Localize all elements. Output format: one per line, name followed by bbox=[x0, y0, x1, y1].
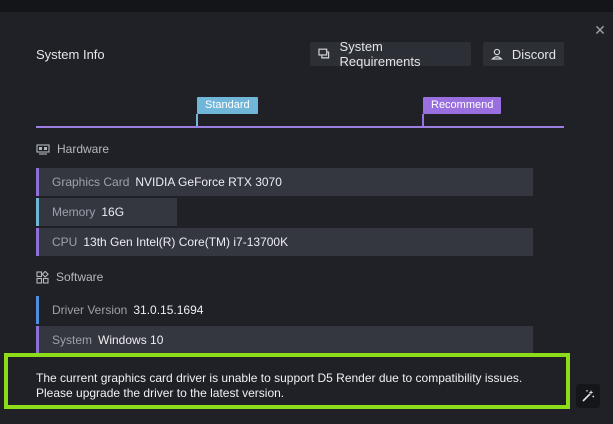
row-value: 31.0.15.1694 bbox=[133, 303, 204, 317]
apps-grid-icon bbox=[36, 270, 49, 284]
software-row-system: System Windows 10 bbox=[36, 326, 533, 354]
hardware-section-heading: Hardware bbox=[36, 140, 109, 158]
gpu-card-icon bbox=[36, 143, 50, 155]
system-requirements-button[interactable]: System Requirements bbox=[310, 39, 471, 69]
row-label: Driver Version bbox=[52, 303, 128, 317]
row-value: NVIDIA GeForce RTX 3070 bbox=[135, 175, 282, 189]
status-bar bbox=[36, 326, 39, 354]
row-value: 13th Gen Intel(R) Core(TM) i7-13700K bbox=[83, 235, 289, 249]
hardware-row-memory: Memory 16G bbox=[36, 198, 177, 226]
row-label: System bbox=[52, 333, 93, 347]
dialog-title: System Info bbox=[36, 47, 105, 62]
hardware-row-cpu: CPU 13th Gen Intel(R) Core(TM) i7-13700K bbox=[36, 228, 533, 256]
magic-wand-icon bbox=[582, 390, 595, 402]
recommend-marker: Recommend bbox=[423, 97, 502, 114]
performance-scale-line bbox=[36, 126, 564, 128]
magic-wand-button[interactable] bbox=[576, 384, 600, 408]
software-section-heading: Software bbox=[36, 268, 103, 286]
software-heading: Software bbox=[56, 270, 104, 284]
warning-line-2: Please upgrade the driver to the latest … bbox=[36, 386, 285, 400]
standard-marker: Standard bbox=[197, 97, 258, 114]
status-bar bbox=[36, 198, 39, 226]
row-value: Windows 10 bbox=[98, 333, 164, 347]
row-label: CPU bbox=[52, 235, 78, 249]
status-bar bbox=[36, 228, 39, 256]
close-icon: ✕ bbox=[594, 22, 606, 38]
system-requirements-label: System Requirements bbox=[339, 39, 421, 69]
close-button[interactable]: ✕ bbox=[590, 20, 610, 40]
row-label: Memory bbox=[52, 205, 96, 219]
row-label: Graphics Card bbox=[52, 175, 130, 189]
row-value: 16G bbox=[101, 205, 125, 219]
user-icon bbox=[491, 48, 503, 60]
window-top-bar bbox=[0, 0, 613, 12]
discord-button[interactable]: Discord bbox=[483, 42, 564, 66]
software-row-driver-version: Driver Version 31.0.15.1694 bbox=[36, 296, 533, 324]
warning-line-1: The current graphics card driver is unab… bbox=[36, 371, 523, 385]
discord-label: Discord bbox=[511, 46, 556, 62]
chat-icon bbox=[318, 48, 330, 59]
hardware-row-graphics-card: Graphics Card NVIDIA GeForce RTX 3070 bbox=[36, 168, 533, 196]
status-bar bbox=[36, 296, 39, 324]
hardware-heading: Hardware bbox=[57, 142, 110, 156]
driver-warning-message: The current graphics card driver is unab… bbox=[4, 353, 570, 409]
status-bar bbox=[36, 168, 39, 196]
